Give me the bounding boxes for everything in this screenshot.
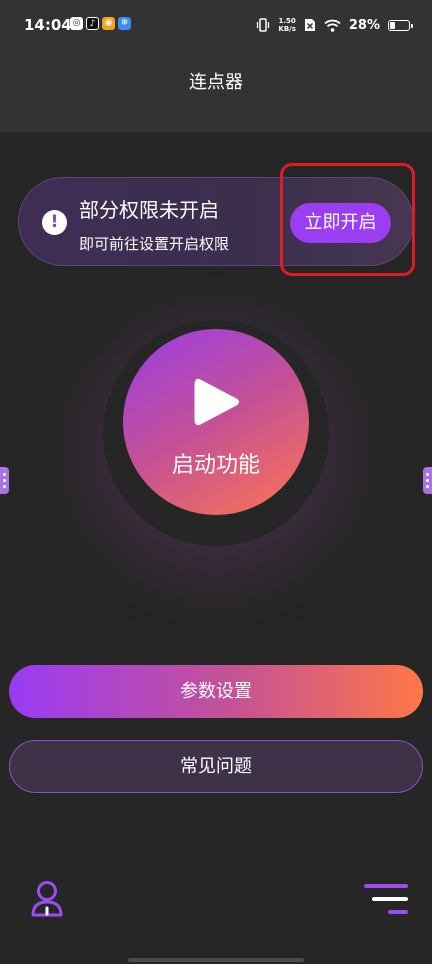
battery-percent: 28%	[348, 17, 380, 33]
user-icon[interactable]	[30, 880, 64, 917]
tiktok-icon: ♪	[86, 17, 99, 30]
status-notification-icons: ◎ ♪ ◉ ❄	[70, 17, 131, 30]
notification-app-icon: ◎	[70, 17, 83, 30]
status-time: 14:04	[24, 16, 72, 34]
play-icon	[194, 378, 239, 426]
status-system-icons: 1.50 KB/s 28%	[256, 15, 413, 35]
network-speed: 1.50 KB/s	[278, 17, 295, 33]
wifi-icon	[324, 19, 341, 32]
vibrate-icon	[257, 18, 270, 32]
network-speed-value: 1.50	[278, 17, 296, 25]
menu-icon[interactable]	[364, 882, 408, 916]
highlight-box	[280, 163, 415, 276]
exclamation-icon: !	[42, 210, 67, 235]
battery-level	[390, 21, 396, 29]
page-title: 连点器	[189, 72, 243, 93]
start-label: 启动功能	[171, 453, 260, 478]
home-indicator[interactable]	[128, 958, 304, 962]
notification-app-icon: ◉	[102, 17, 115, 30]
no-sim-icon	[304, 19, 315, 31]
faq-button[interactable]: 常见问题	[9, 740, 423, 793]
battery-icon	[388, 19, 413, 31]
right-drag-handle[interactable]	[423, 467, 432, 494]
start-button[interactable]: 启动功能	[123, 329, 309, 515]
left-drag-handle[interactable]	[0, 467, 9, 494]
permission-title: 部分权限未开启	[79, 198, 219, 222]
network-speed-unit: KB/s	[278, 25, 296, 33]
top-bar: 14:04 ◎ ♪ ◉ ❄ 1.50 KB/s 28% 连点器	[0, 0, 432, 132]
parameter-settings-button[interactable]: 参数设置	[9, 665, 423, 718]
status-bar: 14:04 ◎ ♪ ◉ ❄ 1.50 KB/s 28%	[0, 0, 432, 52]
notification-app-icon: ❄	[118, 17, 131, 30]
permission-subtitle: 即可前往设置开启权限	[79, 235, 230, 253]
